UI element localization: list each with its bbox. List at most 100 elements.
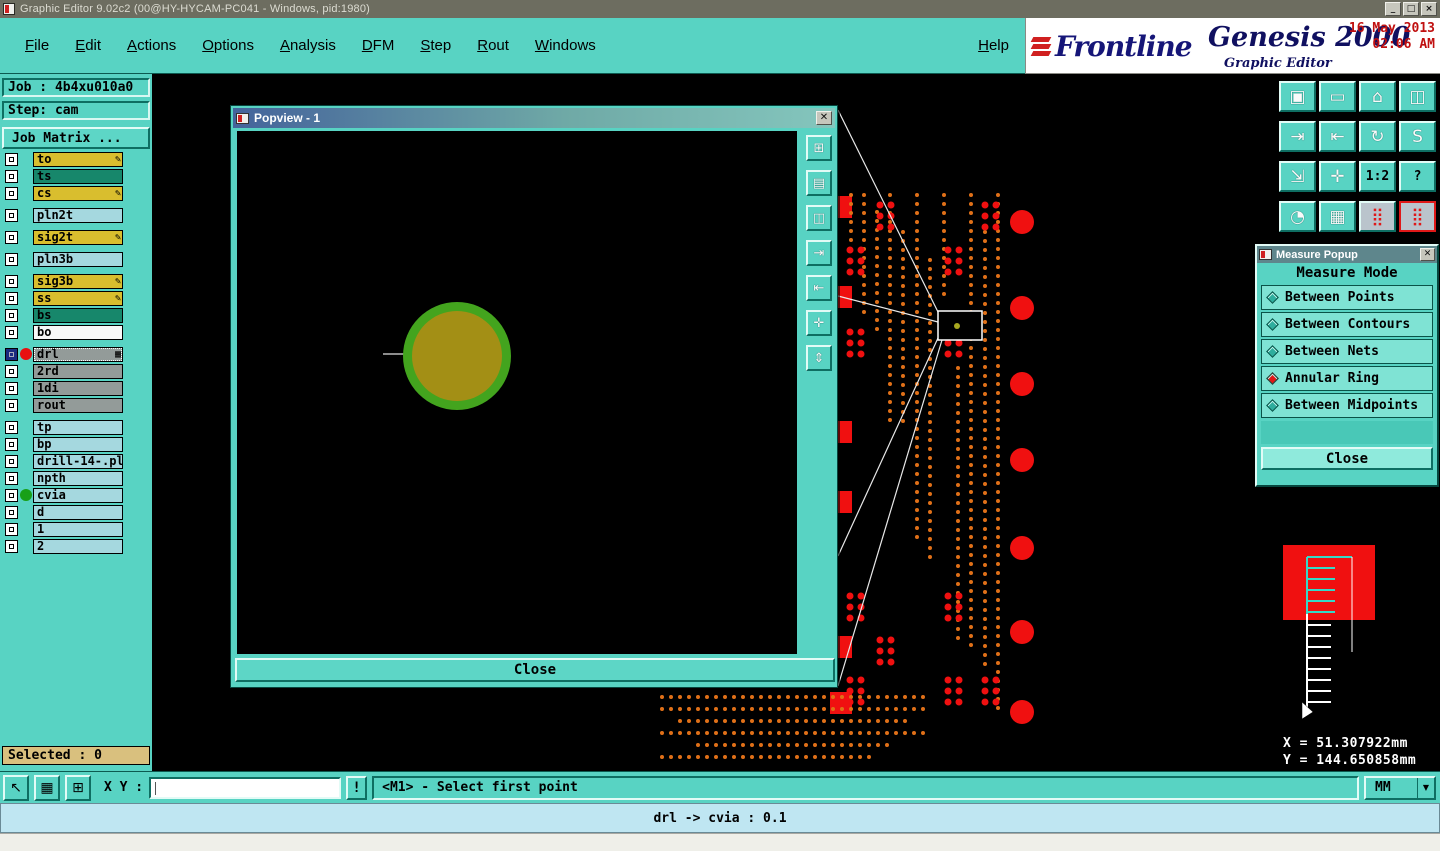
layer-name-ts[interactable]: ts — [33, 168, 123, 184]
pv-copy-button[interactable]: ▤ — [806, 170, 832, 196]
layer-visibility-checkbox[interactable] — [5, 325, 18, 339]
measure-option-annular-ring[interactable]: Annular Ring — [1261, 366, 1433, 391]
layer-name-pln3b[interactable]: pln3b — [33, 251, 123, 267]
measure-popup-close-icon[interactable]: ✕ — [1420, 248, 1435, 261]
redraw-view-tool-button[interactable]: ↻ — [1359, 121, 1396, 152]
popview-canvas[interactable] — [237, 131, 797, 654]
menu-help[interactable]: Help — [962, 31, 1025, 60]
layer-name-cvia[interactable]: cvia — [33, 487, 123, 503]
select-pointer-button[interactable]: ↖ — [3, 774, 29, 801]
measure-close-button[interactable]: Close — [1261, 447, 1433, 470]
layer-visibility-checkbox[interactable] — [5, 505, 18, 519]
grid-toggle-button[interactable]: ⊞ — [65, 774, 91, 801]
layer-name-2[interactable]: 2 — [33, 538, 123, 554]
layer-visibility-checkbox[interactable] — [5, 420, 18, 434]
measure-option-between-points[interactable]: Between Points — [1261, 285, 1433, 310]
layer-name-pln2t[interactable]: pln2t — [33, 207, 123, 223]
measure-option-between-nets[interactable]: Between Nets — [1261, 339, 1433, 364]
highlight-nets-tool-button[interactable]: ⣿ — [1359, 201, 1396, 232]
layer-visibility-checkbox[interactable] — [5, 437, 18, 451]
popview-titlebar[interactable]: Popview - 1 ✕ — [233, 108, 835, 128]
pv-fullscreen-button[interactable]: ⊞ — [806, 135, 832, 161]
layer-name-ss[interactable]: ss ✎ — [33, 290, 123, 306]
clipboard-tool-button[interactable]: ▣ — [1279, 81, 1316, 112]
layer-visibility-checkbox[interactable] — [5, 208, 18, 222]
layer-name-1[interactable]: 1 — [33, 521, 123, 537]
layer-name-drill-14-.pl[interactable]: drill-14-.pl — [33, 453, 123, 469]
help-tool-button[interactable]: ? — [1399, 161, 1436, 192]
serpentine-tool-button[interactable]: S — [1399, 121, 1436, 152]
pv-scroll-button[interactable]: ⇕ — [806, 345, 832, 371]
layer-visibility-checkbox[interactable] — [5, 454, 18, 468]
xy-coordinate-input[interactable] — [149, 776, 342, 799]
menu-rout[interactable]: Rout — [464, 31, 522, 60]
layer-visibility-checkbox[interactable] — [5, 488, 18, 502]
zoom-out-window-tool-button[interactable]: ⇤ — [1319, 121, 1356, 152]
layer-visibility-checkbox[interactable] — [5, 252, 18, 266]
layer-visibility-checkbox[interactable] — [5, 230, 18, 244]
pan-view-tool-button[interactable]: ✛ — [1319, 161, 1356, 192]
layer-visibility-checkbox[interactable] — [5, 522, 18, 536]
layer-visibility-checkbox[interactable] — [5, 169, 18, 183]
measure-tool-button[interactable]: ◔ — [1279, 201, 1316, 232]
measure-popup-titlebar[interactable]: Measure Popup ✕ — [1257, 246, 1437, 263]
menu-dfm[interactable]: DFM — [349, 31, 408, 60]
layer-name-bo[interactable]: bo — [33, 324, 123, 340]
job-matrix-button[interactable]: Job Matrix ... — [2, 127, 150, 149]
pv-zoom-in-button[interactable]: ⇥ — [806, 240, 832, 266]
popview-close-button[interactable]: Close — [235, 658, 835, 682]
layer-visibility-checkbox[interactable] — [5, 539, 18, 553]
fit-view-tool-button[interactable]: ⇲ — [1279, 161, 1316, 192]
menu-step[interactable]: Step — [407, 31, 464, 60]
layer-name-d[interactable]: d — [33, 504, 123, 520]
close-button[interactable]: × — [1421, 2, 1437, 16]
compare-nets-tool-button[interactable]: ⣿ — [1399, 201, 1436, 232]
popview-close-icon[interactable]: ✕ — [816, 111, 832, 125]
screen-tool-button[interactable]: ▭ — [1319, 81, 1356, 112]
minimize-button[interactable]: _ — [1385, 2, 1401, 16]
window-titlebar[interactable]: Graphic Editor 9.02c2 (00@HY-HYCAM-PC041… — [0, 0, 1440, 18]
grid-tool-button[interactable]: ▦ — [1319, 201, 1356, 232]
pv-pan-button[interactable]: ✛ — [806, 310, 832, 336]
menu-analysis[interactable]: Analysis — [267, 31, 349, 60]
measure-option-between-midpoints[interactable]: Between Midpoints — [1261, 393, 1433, 418]
tile-windows-tool-button[interactable]: ◫ — [1399, 81, 1436, 112]
units-dropdown[interactable]: MM ▼ — [1364, 775, 1436, 800]
menu-windows[interactable]: Windows — [522, 31, 609, 60]
layer-name-sig3b[interactable]: sig3b ✎ — [33, 273, 123, 289]
home-view-tool-button[interactable]: ⌂ — [1359, 81, 1396, 112]
zoom-ratio-tool-button[interactable]: 1:2 — [1359, 161, 1396, 192]
layer-name-to[interactable]: to ✎ — [33, 151, 123, 167]
layer-name-drl[interactable]: drl ▦ — [33, 346, 123, 362]
zoom-in-window-tool-button[interactable]: ⇥ — [1279, 121, 1316, 152]
layer-name-2rd[interactable]: 2rd — [33, 363, 123, 379]
layer-name-bp[interactable]: bp — [33, 436, 123, 452]
layer-visibility-checkbox[interactable] — [5, 186, 18, 200]
layer-name-sig2t[interactable]: sig2t ✎ — [33, 229, 123, 245]
layer-visibility-checkbox[interactable] — [5, 398, 18, 412]
layer-name-rout[interactable]: rout — [33, 397, 123, 413]
layer-visibility-checkbox[interactable] — [5, 152, 18, 166]
maximize-button[interactable]: □ — [1403, 2, 1419, 16]
alert-button[interactable]: ! — [346, 775, 368, 800]
menu-file[interactable]: File — [12, 31, 62, 60]
menu-options[interactable]: Options — [189, 31, 267, 60]
layer-visibility-checkbox[interactable] — [5, 381, 18, 395]
layer-visibility-checkbox[interactable] — [5, 308, 18, 322]
layer-visibility-checkbox[interactable] — [5, 291, 18, 305]
layer-visibility-checkbox[interactable] — [5, 274, 18, 288]
measure-option-between-contours[interactable]: Between Contours — [1261, 312, 1433, 337]
layer-name-1di[interactable]: 1di — [33, 380, 123, 396]
pv-layers-button[interactable]: ◫ — [806, 205, 832, 231]
layer-name-tp[interactable]: tp — [33, 419, 123, 435]
pv-zoom-out-button[interactable]: ⇤ — [806, 275, 832, 301]
menu-edit[interactable]: Edit — [62, 31, 114, 60]
snap-pointer-button[interactable]: ▦ — [34, 774, 60, 801]
layer-visibility-checkbox[interactable] — [5, 364, 18, 378]
layer-visibility-checkbox[interactable] — [5, 471, 18, 485]
layer-name-cs[interactable]: cs ✎ — [33, 185, 123, 201]
layer-name-npth[interactable]: npth — [33, 470, 123, 486]
layer-visibility-checkbox[interactable] — [5, 347, 18, 361]
menu-actions[interactable]: Actions — [114, 31, 189, 60]
layer-name-bs[interactable]: bs — [33, 307, 123, 323]
